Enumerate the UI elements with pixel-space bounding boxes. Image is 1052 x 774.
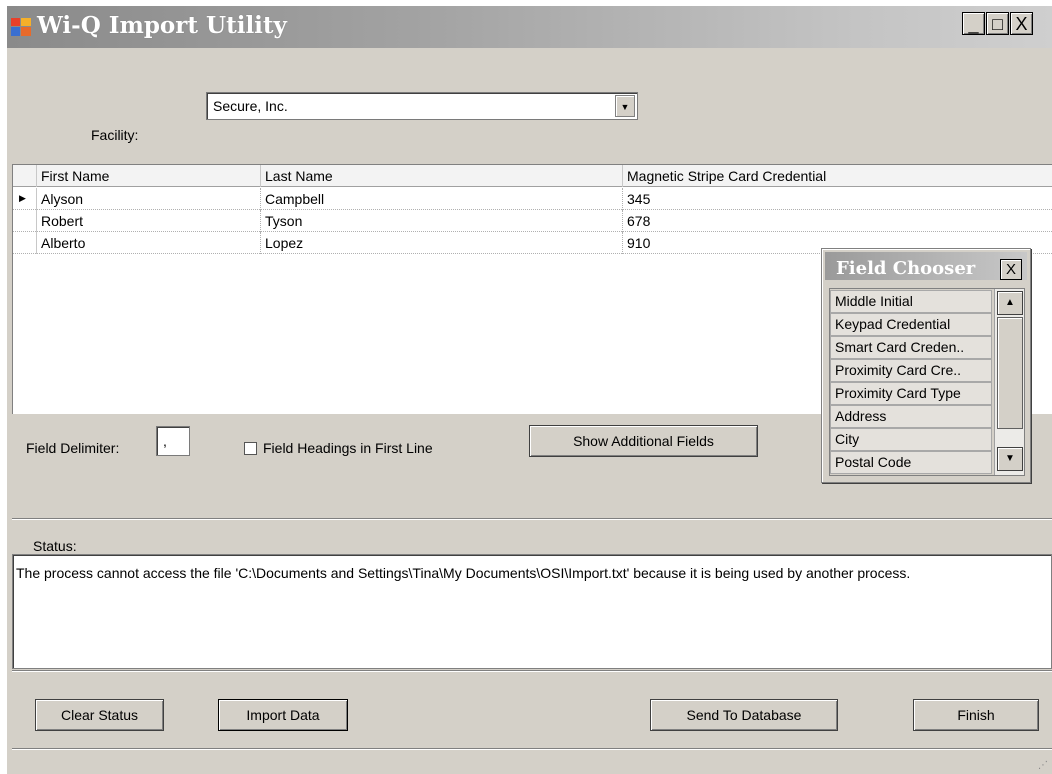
list-item[interactable]: Postal Code [830, 451, 992, 474]
field-delimiter-input[interactable]: , [156, 426, 190, 456]
minimize-button[interactable]: _ [962, 12, 985, 35]
status-textbox[interactable]: The process cannot access the file 'C:\D… [12, 554, 1052, 669]
divider [12, 518, 1052, 520]
cell-first-name[interactable]: Robert [37, 210, 261, 232]
send-to-database-label: Send To Database [686, 707, 802, 723]
maximize-button[interactable]: □ [986, 12, 1009, 35]
maximize-icon: □ [992, 14, 1003, 34]
chevron-down-icon: ▼ [1005, 453, 1015, 464]
cell-card-credential[interactable]: 678 [623, 210, 1052, 232]
cell-last-name[interactable]: Lopez [261, 232, 623, 254]
field-headings-option[interactable]: Field Headings in First Line [244, 440, 433, 456]
close-icon: X [1005, 261, 1016, 278]
column-header-last-name[interactable]: Last Name [261, 165, 623, 187]
facility-dropdown[interactable]: Secure, Inc. ▼ [206, 92, 638, 120]
list-item[interactable]: Middle Initial [830, 290, 992, 313]
resize-grip-icon[interactable]: ⋰ [1038, 760, 1048, 771]
clear-status-button[interactable]: Clear Status [35, 699, 164, 731]
field-chooser-close-button[interactable]: X [1000, 259, 1022, 280]
status-bar-divider [12, 748, 1052, 750]
show-additional-fields-label: Show Additional Fields [573, 433, 714, 449]
field-chooser-panel: Field Chooser X Middle Initial Keypad Cr… [821, 248, 1031, 483]
field-delimiter-label: Field Delimiter: [26, 440, 120, 456]
row-header-corner [13, 165, 37, 187]
list-item[interactable]: City [830, 428, 992, 451]
list-item[interactable]: Smart Card Creden.. [830, 336, 992, 359]
field-delimiter-value: , [163, 433, 167, 449]
dropdown-button[interactable]: ▼ [615, 95, 635, 117]
chevron-down-icon: ▼ [620, 102, 630, 112]
finish-button[interactable]: Finish [913, 699, 1039, 731]
import-data-label: Import Data [246, 707, 320, 723]
table-row[interactable]: Robert Tyson 678 [13, 210, 1052, 232]
row-header [13, 210, 37, 232]
title-bar[interactable]: Wi-Q Import Utility _ □ X [7, 6, 1052, 48]
cell-last-name[interactable]: Campbell [261, 188, 623, 210]
scroll-down-button[interactable]: ▼ [997, 447, 1023, 471]
finish-label: Finish [957, 707, 995, 723]
window-title: Wi-Q Import Utility [37, 12, 287, 39]
field-chooser-scrollbar[interactable]: ▲ ▼ [994, 289, 1024, 475]
divider [12, 670, 1052, 672]
show-additional-fields-button[interactable]: Show Additional Fields [529, 425, 758, 457]
close-button[interactable]: X [1010, 12, 1033, 35]
main-window: Wi-Q Import Utility _ □ X Facility: Secu… [7, 6, 1052, 774]
status-message: The process cannot access the file 'C:\D… [16, 565, 911, 581]
column-header-first-name[interactable]: First Name [37, 165, 261, 187]
list-item[interactable]: Proximity Card Type [830, 382, 992, 405]
current-row-arrow-icon: ▶ [13, 188, 37, 210]
chevron-up-icon: ▲ [1005, 297, 1015, 308]
cell-card-credential[interactable]: 345 [623, 188, 1052, 210]
send-to-database-button[interactable]: Send To Database [650, 699, 838, 731]
scroll-up-button[interactable]: ▲ [997, 291, 1023, 315]
facility-selected-value: Secure, Inc. [213, 98, 288, 114]
facility-label: Facility: [91, 127, 139, 143]
scroll-thumb[interactable] [997, 317, 1023, 429]
field-headings-label: Field Headings in First Line [263, 440, 433, 456]
field-chooser-list[interactable]: Middle Initial Keypad Credential Smart C… [829, 288, 1025, 476]
clear-status-label: Clear Status [60, 707, 139, 723]
field-chooser-title: Field Chooser [836, 258, 976, 279]
table-row[interactable]: ▶ Alyson Campbell 345 [13, 188, 1052, 210]
status-label: Status: [33, 538, 77, 554]
list-item[interactable]: Keypad Credential [830, 313, 992, 336]
close-icon: X [1015, 14, 1028, 34]
list-item[interactable]: Proximity Card Cre.. [830, 359, 992, 382]
cell-first-name[interactable]: Alyson [37, 188, 261, 210]
minimize-icon: _ [968, 14, 979, 34]
row-header [13, 232, 37, 254]
field-headings-checkbox[interactable] [244, 442, 257, 455]
list-item[interactable]: Address [830, 405, 992, 428]
app-icon [11, 18, 31, 36]
cell-first-name[interactable]: Alberto [37, 232, 261, 254]
grid-header: First Name Last Name Magnetic Stripe Car… [13, 165, 1052, 187]
cell-last-name[interactable]: Tyson [261, 210, 623, 232]
field-chooser-title-bar[interactable]: Field Chooser [825, 252, 1027, 280]
import-data-button[interactable]: Import Data [218, 699, 348, 731]
column-header-card-credential[interactable]: Magnetic Stripe Card Credential [623, 165, 1052, 187]
